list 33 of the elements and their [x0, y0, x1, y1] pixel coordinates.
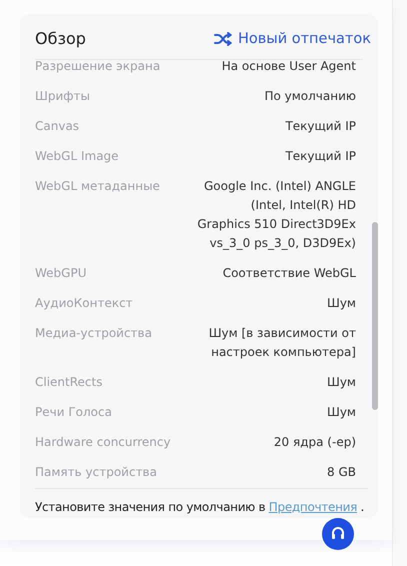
- setting-label: Разрешение экрана: [35, 60, 160, 74]
- shuffle-icon: [214, 32, 232, 46]
- preferences-link[interactable]: Предпочтения: [268, 500, 358, 514]
- setting-label: Hardware concurrency: [35, 434, 171, 450]
- setting-label: WebGL Image: [35, 148, 119, 164]
- setting-label: WebGPU: [35, 264, 86, 282]
- support-button[interactable]: [322, 518, 354, 550]
- setting-value: Шум: [327, 374, 356, 390]
- setting-label: Речи Голоса: [35, 404, 112, 420]
- setting-value: Шум [в зависимости от настроек компьютера]: [208, 324, 356, 360]
- card-title: Обзор: [35, 29, 86, 48]
- setting-value: Шум: [327, 294, 356, 312]
- setting-value: Текущий IP: [285, 148, 356, 164]
- setting-value: Соответствие WebGL: [222, 264, 356, 282]
- page-scrollbar[interactable]: [392, 0, 407, 566]
- scrollbar-thumb[interactable]: [372, 222, 378, 410]
- setting-label: WebGL метаданные: [35, 178, 160, 194]
- setting-value: 8 GB: [327, 464, 356, 480]
- setting-label: Память устройства: [35, 464, 157, 480]
- setting-value: Текущий IP: [285, 118, 356, 134]
- setting-label: ClientRects: [35, 374, 102, 390]
- setting-value: Google Inc. (Intel) ANGLE (Intel, Intel(R) HD Graphics 510 Direct3D9Ex vs_3_0 ps_3_0, D3D9Ex): [196, 178, 356, 252]
- headset-icon: [330, 526, 346, 542]
- setting-label: Canvas: [35, 118, 80, 134]
- footer-note: Установите значения по умолчанию в Предпочтения .: [35, 499, 364, 516]
- setting-label: Шрифты: [35, 88, 90, 104]
- setting-value: По умолчанию: [264, 88, 356, 104]
- setting-value: Шум: [327, 404, 356, 420]
- setting-value: На основе User Agent: [222, 60, 356, 74]
- new-fingerprint-button[interactable]: Новый отпечаток: [214, 30, 371, 46]
- setting-label: АудиоКонтекст: [35, 294, 133, 312]
- setting-label: Медиа-устройства: [35, 324, 152, 342]
- setting-value: 20 ядра (-ep): [274, 434, 356, 450]
